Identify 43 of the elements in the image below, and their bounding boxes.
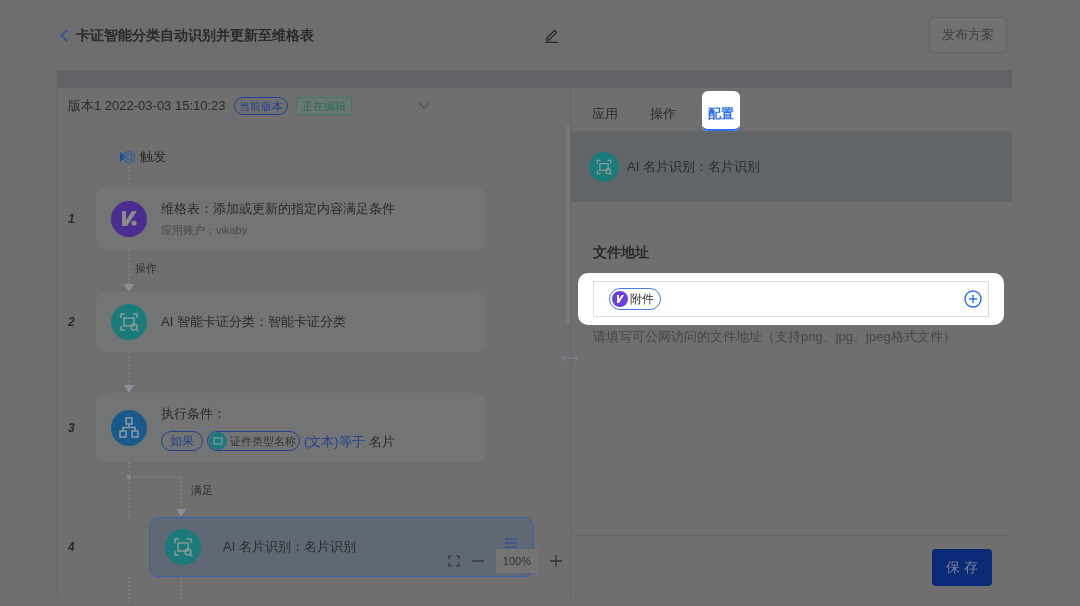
app-logo-icon xyxy=(612,291,628,307)
back-icon[interactable] xyxy=(60,28,68,42)
panel-title: AI 名片识别：名片识别 xyxy=(627,158,760,177)
save-button[interactable]: 保 存 xyxy=(932,548,992,586)
step-card[interactable]: AI 智能卡证分类：智能卡证分类 xyxy=(96,292,486,352)
step-title: 执行条件： xyxy=(161,404,227,423)
zoom-in-icon[interactable] xyxy=(550,554,562,567)
connector-line xyxy=(128,577,182,602)
scan-icon xyxy=(111,304,147,340)
step-title: AI 名片识别：名片识别 xyxy=(223,538,356,557)
trigger-label: 触发 xyxy=(140,148,166,167)
tab[interactable]: 应用 xyxy=(586,91,624,131)
zoom-out-icon[interactable] xyxy=(471,559,484,562)
page-title: 卡证智能分类自动识别并更新至维格表 xyxy=(76,25,314,45)
resize-handle-icon[interactable] xyxy=(561,354,579,362)
step-number: 4 xyxy=(67,539,76,556)
edit-icon[interactable] xyxy=(544,27,559,43)
tab[interactable]: 配置 xyxy=(702,91,740,131)
scan-icon xyxy=(165,529,201,565)
step-number: 1 xyxy=(67,210,76,228)
scan-icon xyxy=(589,152,619,182)
menu-icon[interactable] xyxy=(505,538,517,548)
field-label: 文件地址 xyxy=(593,243,650,262)
condition-operator: (文本)等于 xyxy=(304,432,365,451)
step-title: AI 智能卡证分类：智能卡证分类 xyxy=(161,313,346,332)
edge-label: 满足 xyxy=(191,483,213,498)
trigger-icon xyxy=(119,150,136,164)
app-logo-icon xyxy=(111,200,147,237)
input-field[interactable]: 附件 xyxy=(593,281,989,317)
fit-screen-icon[interactable] xyxy=(447,554,460,567)
step-number: 3 xyxy=(67,419,76,437)
step-title: 维格表：添加或更新的指定内容满足条件 xyxy=(161,199,395,218)
tab[interactable]: 操作 xyxy=(644,91,682,131)
connector-arrow xyxy=(126,462,187,517)
connector-arrow xyxy=(124,352,134,393)
connector-arrow xyxy=(124,250,134,292)
add-icon[interactable] xyxy=(964,290,982,308)
condition-value: 名片 xyxy=(368,432,395,451)
dropdown-icon[interactable] xyxy=(417,102,430,110)
flowchart-icon xyxy=(111,409,147,446)
version-label: 版本1 2022-03-03 15:10:23 xyxy=(68,97,226,116)
scan-icon xyxy=(209,432,227,451)
step-number: 2 xyxy=(67,314,76,331)
